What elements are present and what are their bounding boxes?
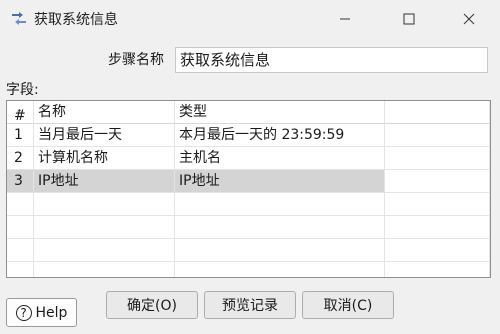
row-number: 2 bbox=[7, 147, 34, 170]
empty-cell bbox=[385, 239, 490, 262]
empty-cell bbox=[385, 124, 490, 147]
empty-cell bbox=[7, 262, 34, 277]
empty-cell bbox=[34, 239, 175, 262]
window-title: 获取系统信息 bbox=[34, 12, 118, 28]
fields-table[interactable]: ^ # 名称 类型 1 当月最后一天 本月最后一天的 23:59:59 2 计算机… bbox=[6, 100, 491, 278]
column-header-type[interactable]: 类型 bbox=[175, 101, 385, 124]
ok-button[interactable]: 确定(O) bbox=[106, 291, 198, 319]
empty-cell bbox=[175, 193, 385, 216]
empty-table-row bbox=[7, 239, 490, 262]
minimize-icon bbox=[340, 18, 350, 20]
empty-cell bbox=[34, 216, 175, 239]
table-row[interactable]: 2 计算机名称 主机名 bbox=[7, 147, 490, 170]
help-button-label: Help bbox=[35, 304, 68, 321]
empty-cell bbox=[175, 216, 385, 239]
empty-cell bbox=[7, 193, 34, 216]
empty-cell bbox=[34, 262, 175, 277]
column-header-empty[interactable] bbox=[385, 101, 490, 124]
close-button[interactable] bbox=[446, 0, 492, 38]
empty-table-row bbox=[7, 216, 490, 239]
field-type-cell[interactable]: 本月最后一天的 23:59:59 bbox=[175, 124, 385, 147]
table-header-row: ^ # 名称 类型 bbox=[7, 101, 490, 124]
field-type-cell[interactable]: IP地址 bbox=[175, 170, 385, 193]
step-name-input[interactable]: 获取系统信息 bbox=[175, 47, 488, 73]
empty-cell bbox=[385, 262, 490, 277]
field-name-cell[interactable]: 当月最后一天 bbox=[34, 124, 175, 147]
table-row-selected[interactable]: 3 IP地址 IP地址 bbox=[7, 170, 490, 193]
empty-cell bbox=[385, 170, 490, 193]
column-header-number[interactable]: ^ # bbox=[7, 101, 34, 124]
empty-cell bbox=[34, 193, 175, 216]
empty-cell bbox=[7, 239, 34, 262]
fields-label: 字段: bbox=[6, 82, 39, 98]
minimize-button[interactable] bbox=[322, 0, 368, 38]
empty-cell bbox=[385, 193, 490, 216]
maximize-button[interactable] bbox=[386, 0, 432, 38]
cancel-button[interactable]: 取消(C) bbox=[302, 291, 394, 319]
transform-step-icon bbox=[12, 12, 26, 25]
field-name-cell[interactable]: 计算机名称 bbox=[34, 147, 175, 170]
row-number: 3 bbox=[7, 170, 34, 193]
help-button[interactable]: ? Help bbox=[6, 298, 77, 327]
field-type-cell[interactable]: 主机名 bbox=[175, 147, 385, 170]
column-header-name[interactable]: 名称 bbox=[34, 101, 175, 124]
empty-cell bbox=[175, 262, 385, 277]
field-name-cell[interactable]: IP地址 bbox=[34, 170, 175, 193]
empty-cell bbox=[385, 147, 490, 170]
empty-cell bbox=[175, 239, 385, 262]
table-row[interactable]: 1 当月最后一天 本月最后一天的 23:59:59 bbox=[7, 124, 490, 147]
close-icon bbox=[463, 13, 475, 25]
row-number: 1 bbox=[7, 124, 34, 147]
preview-records-button[interactable]: 预览记录 bbox=[204, 291, 296, 319]
empty-cell bbox=[7, 216, 34, 239]
empty-table-row bbox=[7, 262, 490, 277]
empty-cell bbox=[385, 216, 490, 239]
title-bar: 获取系统信息 bbox=[0, 0, 500, 38]
empty-table-row bbox=[7, 193, 490, 216]
step-name-label: 步骤名称 bbox=[108, 52, 164, 68]
help-icon: ? bbox=[15, 304, 32, 321]
maximize-icon bbox=[403, 13, 415, 25]
